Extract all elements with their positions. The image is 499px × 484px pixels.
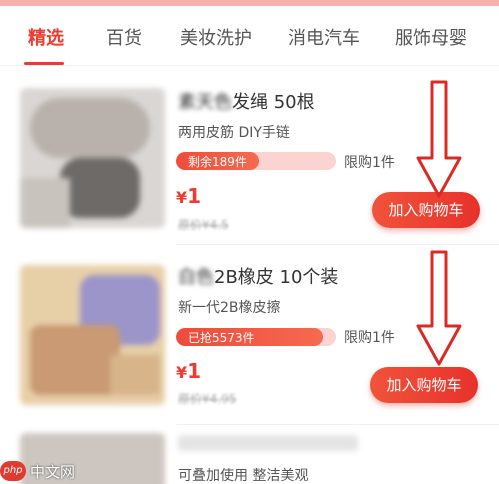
purchase-limit: 限购1件 — [344, 330, 395, 346]
tab-featured[interactable]: 精选 — [28, 24, 64, 50]
product-image — [20, 88, 165, 228]
tab-beauty-care[interactable]: 美妆洗护 — [180, 24, 252, 50]
product-price: ¥1 — [176, 359, 202, 383]
active-tab-indicator — [24, 62, 64, 65]
product-subtitle: 可叠加使用 整洁美观 — [178, 468, 309, 484]
original-price: 原价¥4.5 — [178, 218, 229, 232]
down-arrow-icon — [416, 80, 462, 198]
tab-electronics-auto[interactable]: 消电汽车 — [288, 24, 360, 50]
product-image — [20, 265, 165, 405]
php-logo-icon: php — [0, 461, 26, 481]
stock-progress-bar: 剩余189件 — [176, 152, 336, 170]
category-tab-bar: 精选 百货 美妆洗护 消电汽车 服饰母婴 — [0, 6, 499, 66]
original-price: 原价¥4.95 — [178, 392, 237, 406]
product-subtitle: 两用皮筋 DIY手链 — [178, 125, 290, 141]
purchase-limit: 限购1件 — [344, 155, 395, 171]
stock-progress-text: 已抢5573件 — [188, 331, 255, 345]
down-arrow-icon — [416, 250, 462, 366]
stock-progress-bar: 已抢5573件 — [176, 328, 336, 346]
add-to-cart-button[interactable]: 加入购物车 — [370, 367, 478, 403]
watermark-text: 中文网 — [30, 462, 76, 481]
product-title: 白色2B橡皮 10个装 — [178, 267, 339, 288]
product-price: ¥1 — [176, 184, 202, 208]
tab-general-goods[interactable]: 百货 — [106, 24, 142, 50]
product-title: 素天色发绳 50根 — [178, 92, 315, 113]
stock-progress-text: 剩余189件 — [188, 155, 247, 169]
tab-apparel-baby[interactable]: 服饰母婴 — [395, 24, 467, 50]
product-title-placeholder — [178, 435, 358, 451]
site-watermark: php 中文网 — [0, 458, 75, 484]
product-subtitle: 新一代2B橡皮擦 — [178, 300, 281, 316]
